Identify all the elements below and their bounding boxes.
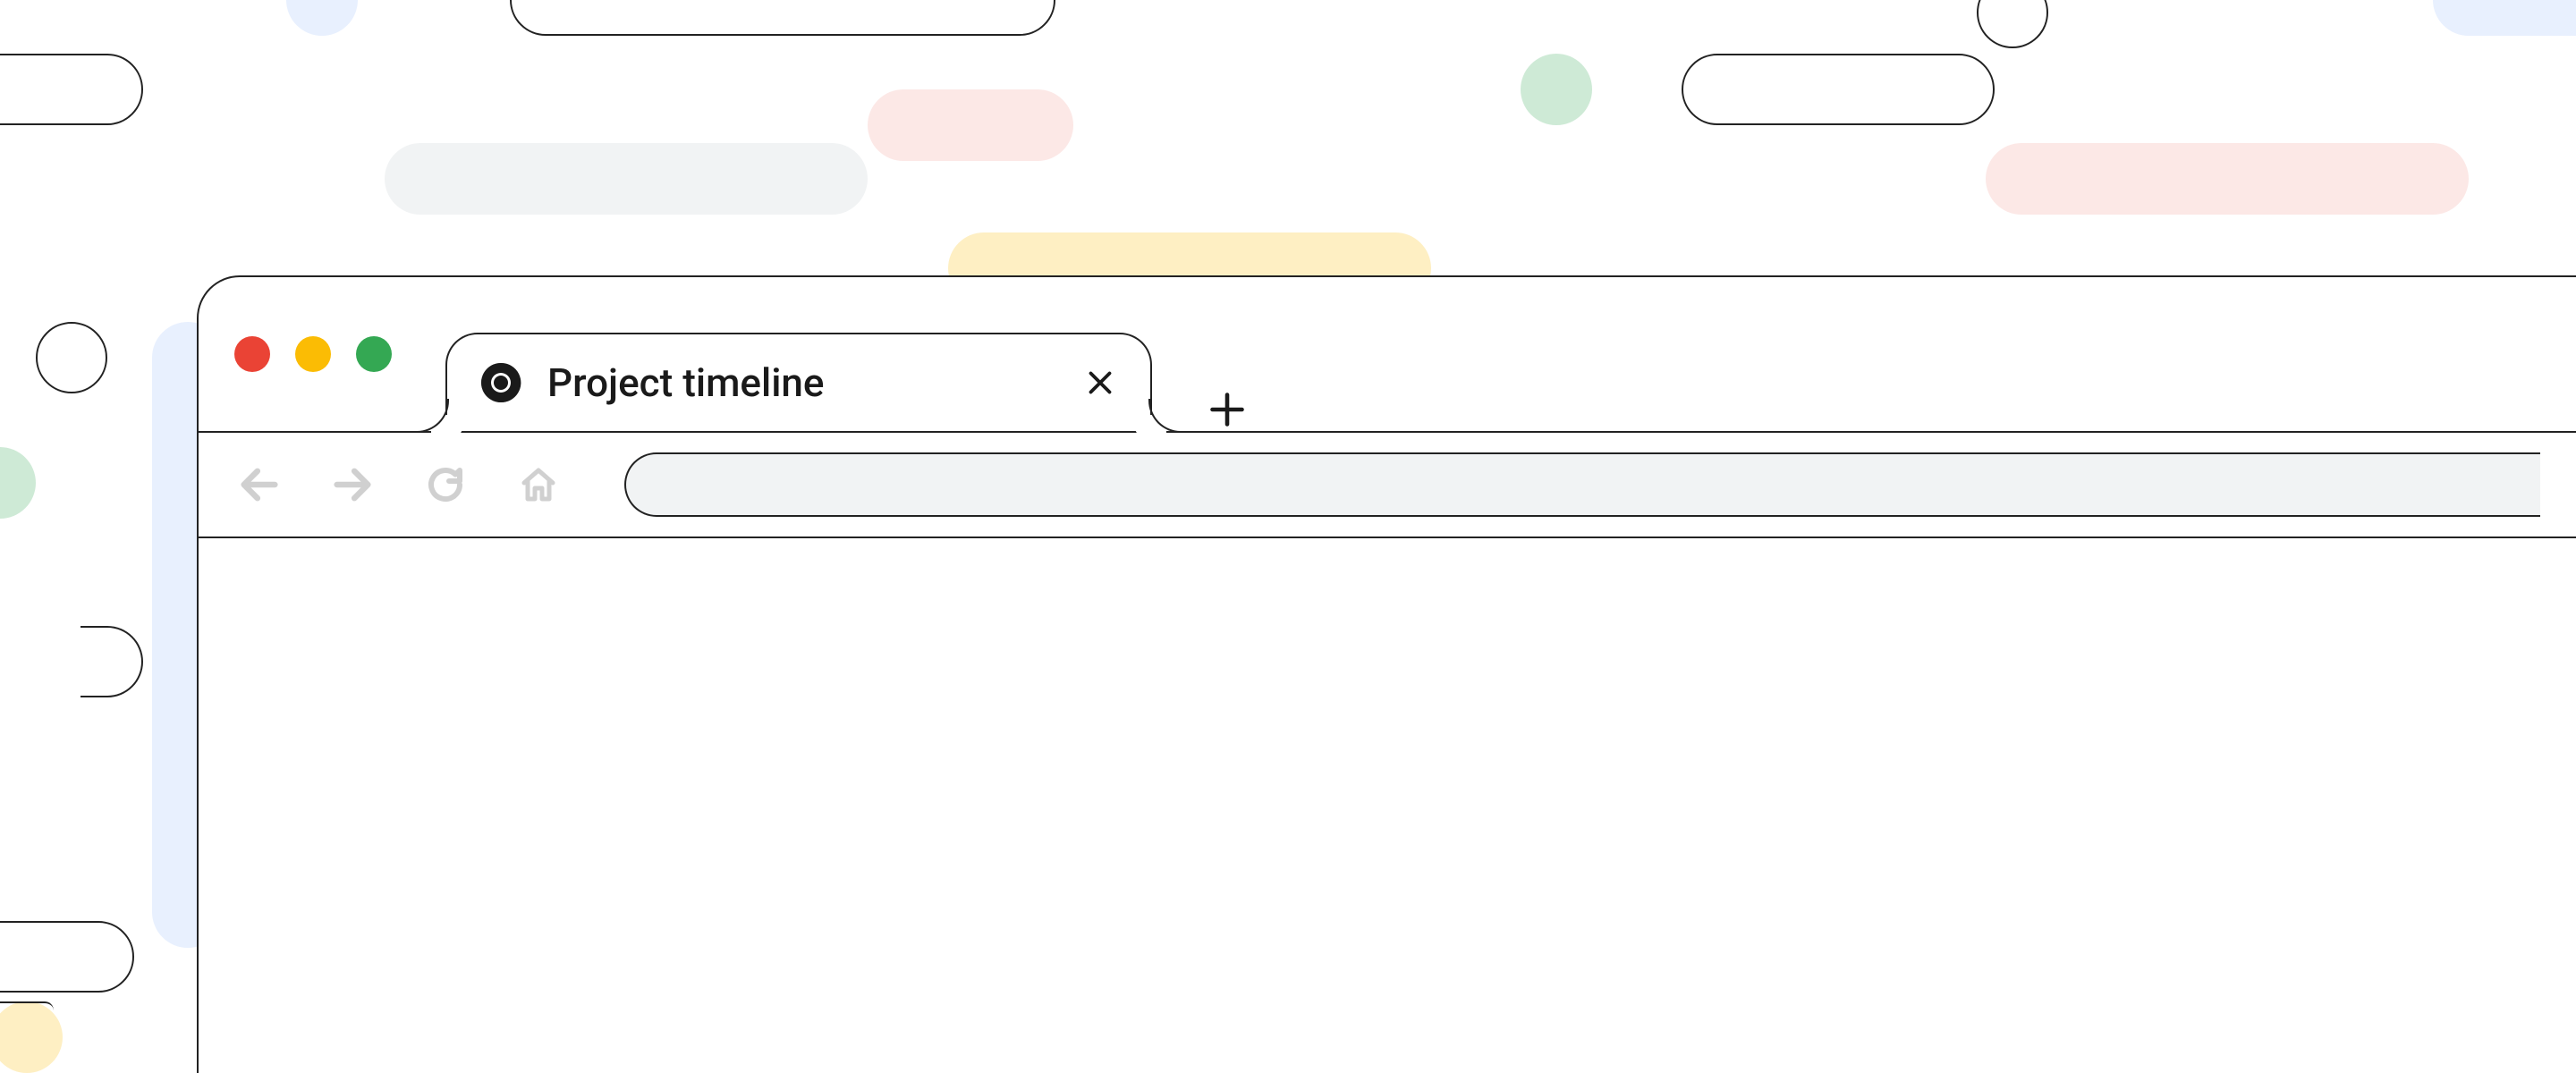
decorative-shape (80, 626, 143, 697)
address-bar[interactable] (624, 452, 2540, 517)
decorative-shape (385, 143, 868, 215)
decorative-shape (0, 1001, 54, 1019)
chrome-icon (479, 361, 522, 404)
window-maximize-button[interactable] (356, 336, 392, 372)
decorative-shape (510, 0, 1055, 36)
window-close-button[interactable] (234, 336, 270, 372)
decorative-shape (0, 921, 134, 993)
decorative-shape (868, 89, 1073, 161)
tab-title: Project timeline (547, 359, 1057, 406)
decorative-shape (1977, 0, 2048, 48)
decorative-shape (2433, 0, 2576, 36)
decorative-shape (0, 1001, 63, 1073)
tab-strip: Project timeline (199, 277, 2576, 431)
browser-toolbar (199, 431, 2576, 538)
decorative-shape (1986, 143, 2469, 215)
browser-window: Project timeline (197, 275, 2576, 1073)
new-tab-button[interactable] (1206, 388, 1249, 431)
browser-tab[interactable]: Project timeline (445, 333, 1152, 431)
back-button[interactable] (234, 460, 284, 510)
decorative-shape (1521, 54, 1592, 125)
decorative-shape (0, 447, 36, 519)
window-minimize-button[interactable] (295, 336, 331, 372)
forward-button[interactable] (327, 460, 377, 510)
decorative-shape (36, 322, 107, 393)
home-button[interactable] (513, 460, 564, 510)
window-controls (234, 336, 392, 372)
decorative-shape (0, 54, 143, 125)
reload-button[interactable] (420, 460, 470, 510)
decorative-shape (1682, 54, 1995, 125)
decorative-shape (286, 0, 358, 36)
close-tab-button[interactable] (1082, 365, 1118, 401)
